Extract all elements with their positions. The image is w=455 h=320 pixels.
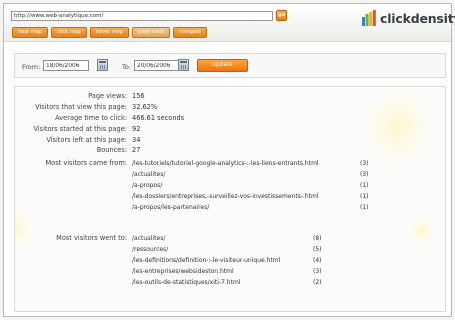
from-label: From: <box>22 63 41 71</box>
destination-count: (5) <box>313 246 322 253</box>
list-item: /a-propos/ (1) <box>132 181 412 192</box>
logo-stripe <box>362 17 365 26</box>
to-calendar-icon[interactable] <box>178 59 189 71</box>
destination-count: (2) <box>313 279 322 286</box>
tab-heat-map[interactable]: heat map <box>12 27 48 38</box>
clickdensity-logo: clickdensity <box>361 10 455 26</box>
app-frame: go heat map click map hover map page sta… <box>3 3 455 317</box>
stat-label: Visitors that view this page: <box>35 102 127 111</box>
referrer-path[interactable]: /actualites/ <box>132 170 165 180</box>
referrer-count: (3) <box>360 160 369 167</box>
went-to-label: Most visitors went to: <box>56 234 127 242</box>
destination-path[interactable]: /ressources/ <box>132 245 168 255</box>
header-toolbar: go heat map click map hover map page sta… <box>4 4 455 42</box>
to-date-input[interactable] <box>134 60 180 71</box>
logo-stripe <box>372 10 376 26</box>
came-from-list: /les-tutoriels/tutoriel-google-analytics… <box>132 159 412 214</box>
stat-label: Visitors left at this page: <box>46 135 127 144</box>
stat-label: Page views: <box>88 92 127 100</box>
destination-count: (4) <box>313 257 322 264</box>
referrer-count: (1) <box>360 182 369 189</box>
to-label: To: <box>122 63 132 71</box>
view-tabs: heat map click map hover map page stats … <box>12 27 208 38</box>
list-item: /actualites/ (8) <box>132 234 412 245</box>
list-item: /les-dossiers/entreprises,-surveillez-vo… <box>132 192 412 203</box>
destination-path[interactable]: /actualites/ <box>132 234 165 244</box>
stat-row-left: Visitors left at this page: 34 <box>15 135 445 146</box>
referrer-path[interactable]: /a-propos/les-partenaires/ <box>132 203 209 213</box>
from-date-input[interactable] <box>43 60 89 71</box>
logo-text: clickdensity <box>380 10 455 26</box>
destination-path[interactable]: /les-definitions/definition-:-le-visiteu… <box>132 256 280 266</box>
stat-row-page-views: Page views: 156 <box>15 91 445 102</box>
stat-row-visitors-viewed: Visitors that view this page: 32.62% <box>15 102 445 113</box>
list-item: /a-propos/les-partenaires/ (1) <box>132 203 412 214</box>
decorative-glow <box>15 205 37 249</box>
went-to-list: /actualites/ (8) /ressources/ (5) /les-d… <box>132 234 412 289</box>
referrer-path[interactable]: /les-dossiers/entreprises,-surveillez-vo… <box>132 192 319 202</box>
stat-value: 92 <box>132 124 141 133</box>
stat-value: 156 <box>132 92 145 100</box>
referrer-path[interactable]: /les-tutoriels/tutoriel-google-analytics… <box>132 159 319 169</box>
tab-page-stats[interactable]: page stats <box>131 27 171 38</box>
tab-hover-map[interactable]: hover map <box>89 27 129 38</box>
stat-label: Average time to click: <box>55 113 127 122</box>
stats-list: Page views: 156 Visitors that view this … <box>15 91 445 156</box>
stat-row-average-time: Average time to click: 466.61 seconds <box>15 113 445 124</box>
url-input[interactable] <box>11 11 273 21</box>
logo-stripes-icon <box>362 10 376 26</box>
referrer-path[interactable]: /a-propos/ <box>132 181 162 191</box>
stat-value: 34 <box>132 135 141 144</box>
logo-stripe <box>369 12 373 26</box>
page-stats-panel: Page views: 156 Visitors that view this … <box>14 86 446 312</box>
referrer-count: (1) <box>360 204 369 211</box>
destination-count: (8) <box>313 235 322 242</box>
stat-value: 27 <box>132 146 141 155</box>
update-button[interactable]: update <box>197 59 248 72</box>
tab-navigate[interactable]: navigate <box>173 27 208 38</box>
stat-label: Bounces: <box>96 146 127 155</box>
stat-label: Visitors started at this page: <box>33 124 127 133</box>
list-item: /les-entreprises/websideston.html (3) <box>132 267 412 278</box>
referrer-count: (3) <box>360 171 369 178</box>
stat-row-bounces: Bounces: 27 <box>15 145 445 156</box>
stat-value: 32.62% <box>132 102 158 111</box>
from-calendar-icon[interactable] <box>97 59 108 71</box>
tab-click-map[interactable]: click map <box>50 27 87 38</box>
list-item: /les-definitions/definition-:-le-visiteu… <box>132 256 412 267</box>
logo-stripe <box>365 14 369 26</box>
destination-count: (3) <box>313 268 322 275</box>
came-from-label: Most visitors came from: <box>45 159 127 167</box>
list-item: /les-outils-de-statistiques/xiti-7.html … <box>132 278 412 289</box>
destination-path[interactable]: /les-entreprises/websideston.html <box>132 267 234 277</box>
referrer-count: (1) <box>360 193 369 200</box>
stat-value: 466.61 seconds <box>132 113 185 122</box>
destination-path[interactable]: /les-outils-de-statistiques/xiti-7.html <box>132 278 240 288</box>
stat-row-started: Visitors started at this page: 92 <box>15 124 445 135</box>
list-item: /ressources/ (5) <box>132 245 412 256</box>
list-item: /actualites/ (3) <box>132 170 412 181</box>
go-button[interactable]: go <box>276 10 287 21</box>
date-range-bar: From: To: update <box>14 53 446 78</box>
list-item: /les-tutoriels/tutoriel-google-analytics… <box>132 159 412 170</box>
